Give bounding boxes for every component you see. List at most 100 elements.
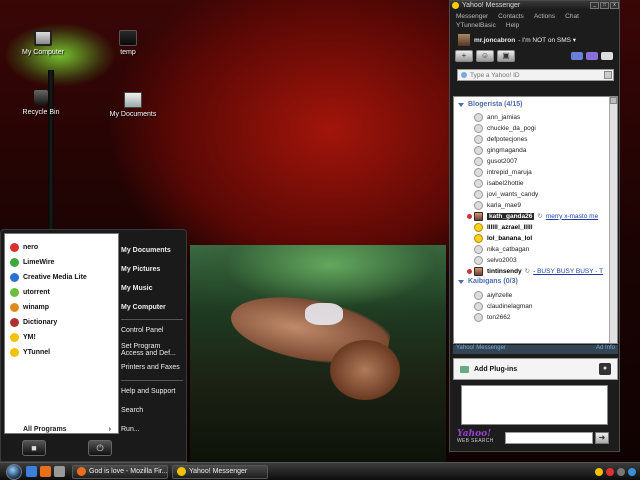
- start-my-music[interactable]: My Music: [121, 285, 153, 292]
- add-contact-button[interactable]: +: [455, 50, 473, 62]
- power-button[interactable]: ⏻: [88, 440, 112, 456]
- tray-network-icon[interactable]: [617, 467, 625, 476]
- tray-yahoo-icon[interactable]: [595, 467, 603, 476]
- start-item-ytunnel[interactable]: YTunnel: [10, 345, 50, 359]
- lock-button[interactable]: ■: [22, 440, 46, 456]
- menu-messenger[interactable]: Messenger: [456, 13, 488, 20]
- minimize-button[interactable]: _: [590, 2, 599, 9]
- desktop-icon-label: My Computer: [21, 49, 64, 56]
- contact-item[interactable]: tintinsendy ↻ - BUSY BUSY BUSY - T: [467, 266, 603, 276]
- desktop-icon-recycle-bin[interactable]: Recycle Bin: [6, 90, 76, 116]
- group-header-kaibigans[interactable]: Kaibigans (0/3): [458, 278, 518, 285]
- maximize-button[interactable]: □: [600, 2, 609, 9]
- all-programs-button[interactable]: All Programs ›: [9, 423, 117, 435]
- utorrent-icon: [10, 287, 19, 297]
- contact-search-field[interactable]: [457, 69, 614, 81]
- ad-info-link[interactable]: Ad Info: [596, 345, 615, 354]
- contact-item[interactable]: defpotecjones: [474, 134, 527, 144]
- taskbar-yahoo-messenger-button[interactable]: Yahoo! Messenger: [172, 464, 268, 479]
- web-search-input[interactable]: [505, 432, 593, 444]
- contact-list-scrollbar[interactable]: [609, 97, 617, 343]
- start-my-computer[interactable]: My Computer: [121, 304, 166, 311]
- messenger-user-status[interactable]: mr.joncabron - I'm NOT on SMS ▾: [450, 34, 619, 46]
- contact-item[interactable]: ton2662: [474, 312, 511, 322]
- offline-status-icon: [474, 178, 483, 188]
- quick-launch-firefox-icon[interactable]: [40, 466, 51, 477]
- menu-contacts[interactable]: Contacts: [498, 13, 524, 20]
- chevron-down-icon[interactable]: [604, 71, 612, 79]
- start-item-dictionary[interactable]: Dictionary: [10, 315, 57, 329]
- start-item-creative-media-lite[interactable]: Creative Media Lite: [10, 270, 87, 284]
- menu-ytunnelbasic[interactable]: YTunnelBasic: [456, 22, 496, 29]
- system-tray: [592, 467, 640, 476]
- contact-item[interactable]: claudinelagman: [474, 301, 533, 311]
- contact-search-input[interactable]: [470, 71, 600, 79]
- start-run[interactable]: Run...: [121, 426, 140, 433]
- start-set-program-access[interactable]: Set Program Access and Def...: [121, 343, 176, 357]
- add-plugins-panel[interactable]: Add Plug-ins ●: [453, 358, 618, 380]
- close-button[interactable]: x: [610, 2, 619, 9]
- contact-name: kath_ganda26: [487, 212, 535, 220]
- web-search-bar: Yahoo! WEB SEARCH ➜: [453, 428, 618, 448]
- contact-item[interactable]: ann_jamias: [474, 112, 520, 122]
- taskbar-firefox-button[interactable]: God is love - Mozilla Fir...: [72, 464, 168, 479]
- tray-volume-icon[interactable]: [628, 467, 636, 476]
- desktop-icon-my-computer[interactable]: My Computer: [8, 30, 78, 56]
- contact-item[interactable]: gingmaganda: [474, 145, 526, 155]
- offline-status-icon: [474, 312, 483, 322]
- start-printers-faxes[interactable]: Printers and Faxes: [121, 364, 180, 371]
- start-menu-divider: [121, 319, 183, 320]
- scroll-up-arrow[interactable]: [610, 97, 617, 104]
- quick-launch-desktop-icon[interactable]: [26, 466, 37, 477]
- start-control-panel[interactable]: Control Panel: [121, 327, 163, 334]
- start-item-ym[interactable]: YM!: [10, 330, 36, 344]
- games-icon[interactable]: [586, 52, 598, 60]
- contact-item[interactable]: aiyhzelle: [474, 290, 512, 300]
- contact-name: gingmaganda: [487, 146, 527, 154]
- contact-status-message[interactable]: merry x-masto me: [546, 213, 598, 220]
- start-my-documents[interactable]: My Documents: [121, 247, 171, 254]
- user-avatar[interactable]: [458, 34, 470, 46]
- addressbook-button[interactable]: ▣: [497, 50, 515, 62]
- status-message[interactable]: - I'm NOT on SMS ▾: [518, 36, 576, 44]
- contact-item[interactable]: selvo2003: [474, 255, 517, 265]
- start-item-winamp[interactable]: winamp: [10, 300, 49, 314]
- emoticon-button[interactable]: ☺: [476, 50, 494, 62]
- mail-icon[interactable]: [571, 52, 583, 60]
- start-item-limewire[interactable]: LimeWire: [10, 255, 54, 269]
- tray-alert-icon[interactable]: [606, 467, 614, 476]
- start-button[interactable]: [6, 463, 22, 480]
- contact-item[interactable]: intrepid_maruja: [474, 167, 532, 177]
- contact-item-selected[interactable]: kath_ganda26 ↻ merry x-masto me: [467, 211, 598, 221]
- contact-item[interactable]: isabel2hottie: [474, 178, 524, 188]
- menu-chat[interactable]: Chat: [565, 13, 579, 20]
- contact-item[interactable]: llllll_azrael_lllll: [474, 222, 533, 232]
- menu-help[interactable]: Help: [506, 22, 519, 29]
- advertisement-area[interactable]: [461, 385, 608, 425]
- start-set-program-line1: Set Program: [121, 343, 161, 350]
- options-icon[interactable]: [601, 52, 613, 60]
- start-my-pictures[interactable]: My Pictures: [121, 266, 160, 273]
- contact-item[interactable]: gusot2007: [474, 156, 517, 166]
- start-item-nero[interactable]: nero: [10, 240, 38, 254]
- search-go-button[interactable]: ➜: [595, 432, 609, 444]
- group-header-blogerista[interactable]: Blogerista (4/15): [458, 101, 522, 108]
- offline-status-icon: [474, 156, 483, 166]
- start-search[interactable]: Search: [121, 407, 143, 414]
- start-item-utorrent[interactable]: utorrent: [10, 285, 50, 299]
- contact-item[interactable]: jovi_wants_candy: [474, 189, 538, 199]
- start-help-support[interactable]: Help and Support: [121, 388, 175, 395]
- quick-launch-switch-icon[interactable]: [54, 466, 65, 477]
- menu-actions[interactable]: Actions: [534, 13, 555, 20]
- desktop-icon-my-documents[interactable]: My Documents: [98, 92, 168, 118]
- desktop-icon-temp[interactable]: temp: [93, 30, 163, 56]
- contact-name: chuckie_da_pogi: [487, 124, 536, 132]
- messenger-title-bar[interactable]: Yahoo! Messenger _ □ x: [450, 1, 619, 10]
- contact-status-message[interactable]: - BUSY BUSY BUSY - T: [533, 268, 603, 275]
- contact-item[interactable]: chuckie_da_pogi: [474, 123, 536, 133]
- contact-item[interactable]: lol_banana_lol: [474, 233, 532, 243]
- contact-item[interactable]: nika_catbagan: [474, 244, 529, 254]
- all-programs-label: All Programs: [23, 425, 67, 433]
- plugins-settings-icon[interactable]: ●: [599, 363, 611, 375]
- contact-item[interactable]: karla_mae9: [474, 200, 521, 210]
